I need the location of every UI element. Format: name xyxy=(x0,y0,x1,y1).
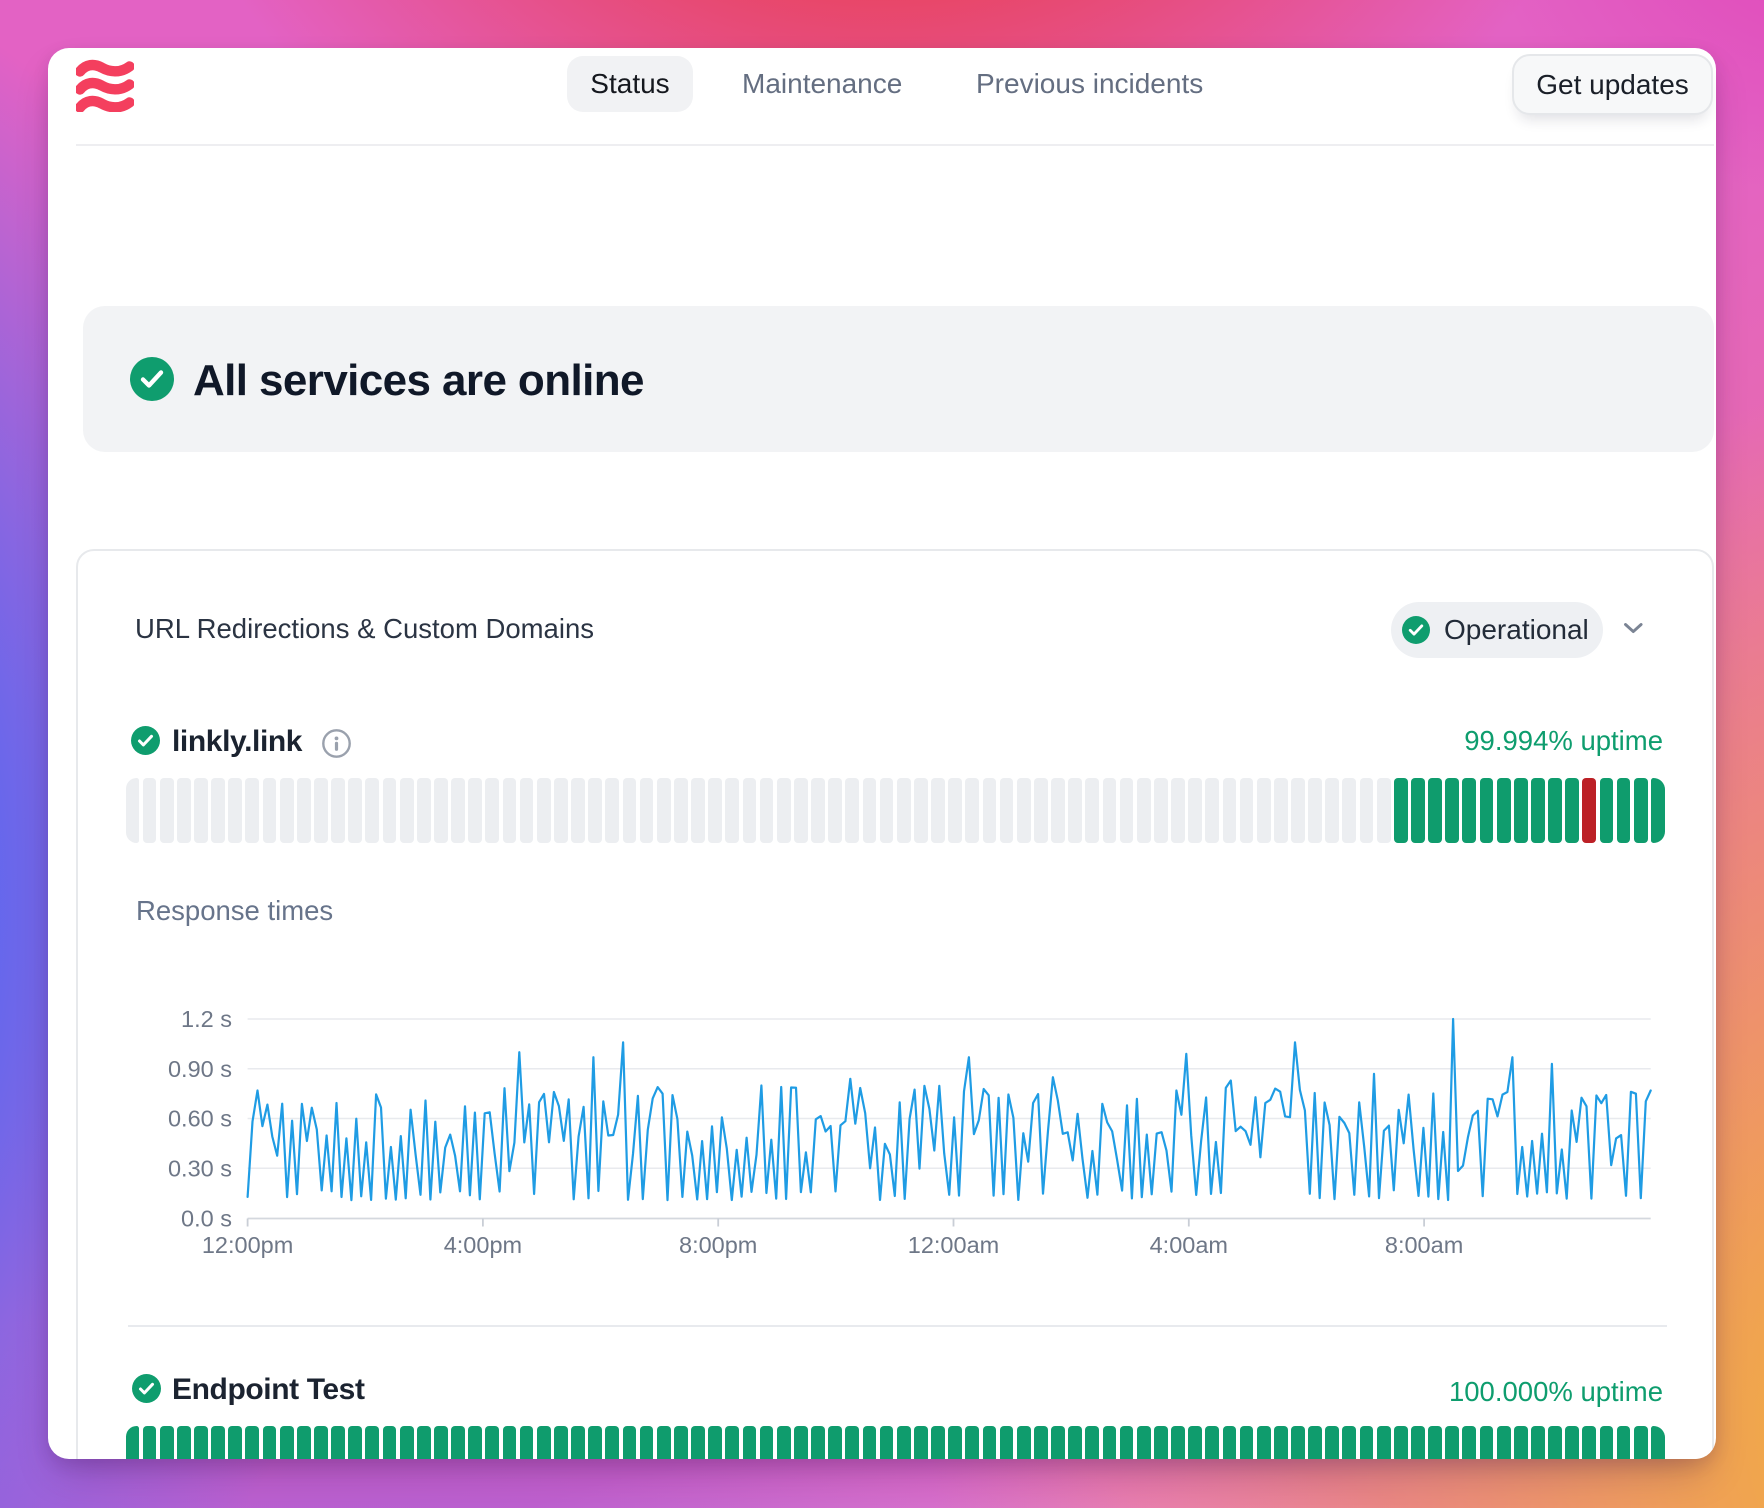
svg-text:8:00am: 8:00am xyxy=(1385,1232,1463,1258)
svg-text:4:00pm: 4:00pm xyxy=(444,1232,522,1258)
svg-text:4:00am: 4:00am xyxy=(1150,1232,1228,1258)
svg-text:0.30 s: 0.30 s xyxy=(168,1155,232,1181)
svg-text:1.2 s: 1.2 s xyxy=(181,1006,232,1032)
svg-text:0.60 s: 0.60 s xyxy=(168,1106,232,1132)
svg-text:0.0 s: 0.0 s xyxy=(181,1206,232,1232)
svg-text:8:00pm: 8:00pm xyxy=(679,1232,757,1258)
svg-text:12:00pm: 12:00pm xyxy=(202,1232,293,1258)
svg-text:0.90 s: 0.90 s xyxy=(168,1056,232,1082)
svg-text:12:00am: 12:00am xyxy=(908,1232,999,1258)
